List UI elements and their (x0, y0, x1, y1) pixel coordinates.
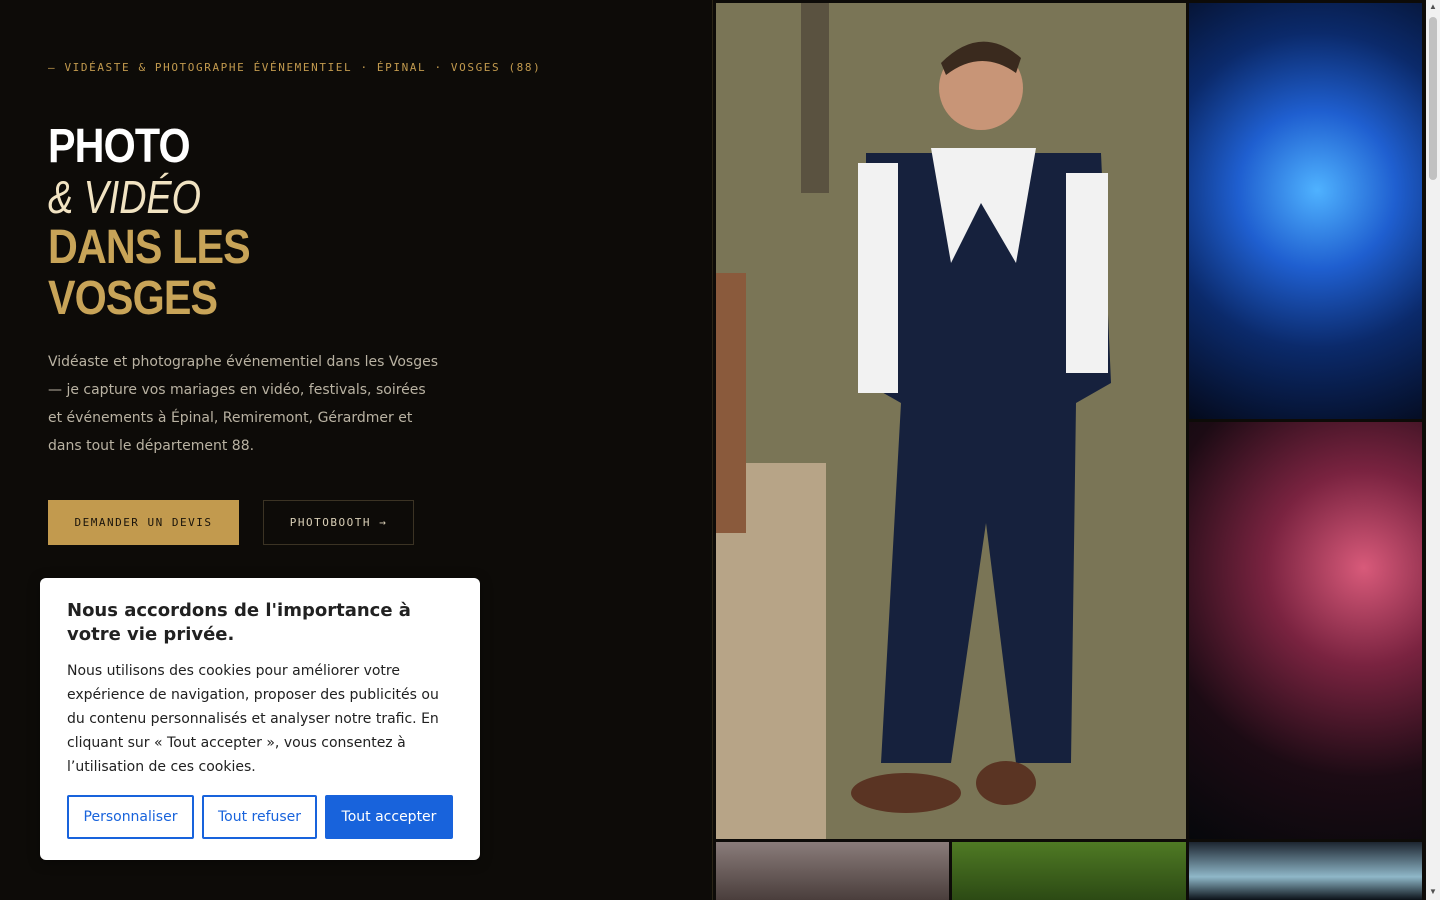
gallery-photo-bottom-3[interactable] (1189, 842, 1422, 900)
photo-gallery (714, 0, 1426, 900)
request-quote-button[interactable]: DEMANDER UN DEVIS (48, 500, 239, 545)
cookie-title: Nous accordons de l'importance à votre v… (67, 600, 411, 645)
scroll-down-icon[interactable]: ▼ (1429, 888, 1437, 896)
cookie-accept-button[interactable]: Tout accepter (325, 795, 453, 839)
hero-title: PHOTO & VIDÉO DANS LES VOSGES (48, 120, 283, 325)
hero-title-line2: & VIDÉO (48, 171, 202, 223)
portrait-illustration (716, 3, 1186, 839)
gallery-photo-concert[interactable] (1189, 422, 1422, 839)
page-scrollbar[interactable]: ▲ ▼ (1426, 0, 1440, 900)
gallery-photo-bottom-2[interactable] (952, 842, 1186, 900)
scroll-up-icon[interactable]: ▲ (1429, 3, 1437, 11)
cookie-reject-button[interactable]: Tout refuser (202, 795, 317, 839)
hero-intro: Vidéaste et photographe événementiel dan… (48, 354, 438, 454)
scrollbar-thumb[interactable] (1429, 17, 1437, 180)
hero-title-line4: VOSGES (48, 272, 218, 325)
gallery-photo-bottom-1[interactable] (716, 842, 949, 900)
photobooth-button[interactable]: PHOTOBOOTH → (263, 500, 414, 545)
hero-title-line3: DANS LES (48, 221, 251, 274)
gallery-photo-led-performer[interactable] (1189, 3, 1422, 419)
cookie-consent-banner: Nous accordons de l'importance à votre v… (40, 578, 480, 860)
cookie-text: Nous utilisons des cookies pour améliore… (67, 663, 439, 775)
gallery-photo-portrait[interactable] (716, 3, 1186, 839)
hero-kicker: — VIDÉASTE & PHOTOGRAPHE ÉVÉNEMENTIEL · … (48, 61, 542, 74)
cookie-customize-button[interactable]: Personnaliser (67, 795, 194, 839)
hero-title-line1: PHOTO (48, 120, 191, 173)
